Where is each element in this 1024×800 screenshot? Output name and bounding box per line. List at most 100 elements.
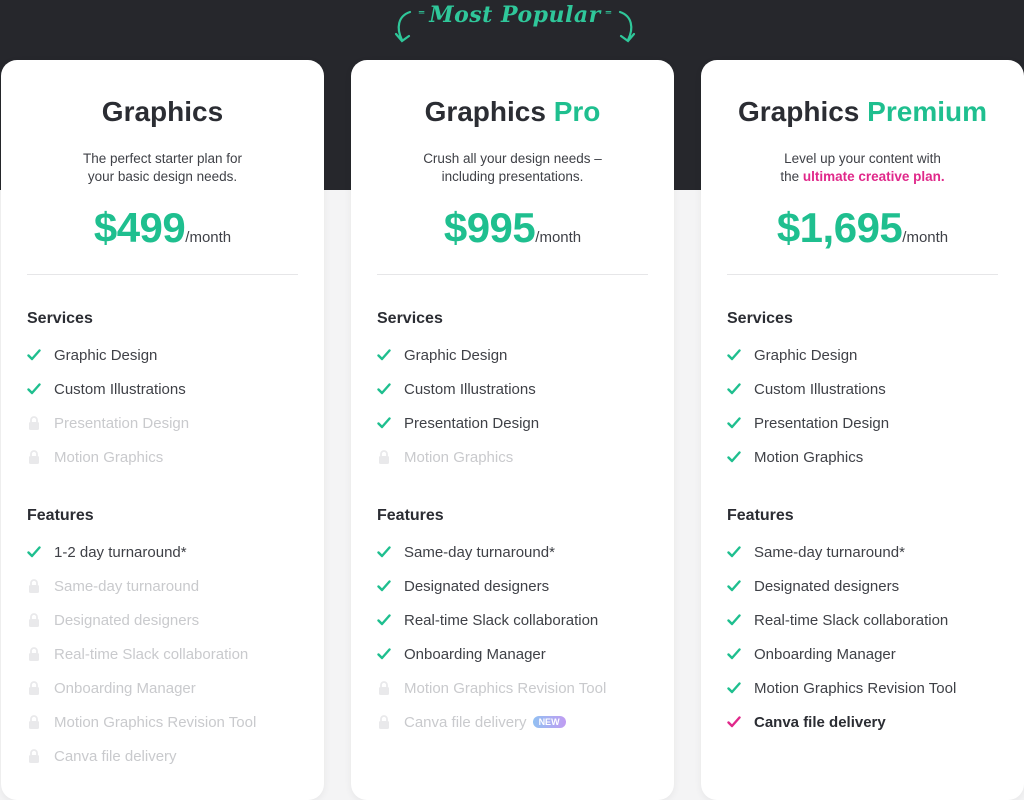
lock-icon [27,715,41,729]
curved-arrow-down-icon [394,10,412,43]
price-period: /month [535,229,582,246]
services-item: Graphic Design [727,338,998,372]
plan-description: Level up your content with the ultimate … [701,150,1024,186]
divider [27,274,298,275]
plan-title-main: Graphics [738,96,860,127]
services-list: Graphic Design Custom Illustrations Presen… [27,338,298,474]
check-icon [727,681,741,695]
services-item: Motion Graphics [27,440,298,474]
services-list: Graphic Design Custom Illustrations Presen… [377,338,648,474]
plan-price: $1,695/month [701,204,1024,252]
features-item: Motion Graphics Revision Tool [727,671,998,705]
plan-description-line: your basic design needs. [87,169,238,184]
features-item: Same-day turnaround* [727,535,998,569]
plan-card-1: Graphics Pro Crush all your design needs… [351,60,674,800]
features-label: Same-day turnaround* [754,543,905,561]
lock-icon [27,579,41,593]
lock-icon [377,681,391,695]
features-label: Canva file delivery [54,747,177,765]
most-popular-banner: ⁼ Most Popular ⁼ [390,0,640,46]
plan-description-line: including presentations. [441,169,584,184]
plan-price: $995/month [351,204,674,252]
plan-card-2: Graphics Premium Level up your content w… [701,60,1024,800]
lock-icon [27,749,41,763]
plan-description-highlight: ultimate creative plan. [802,169,945,184]
check-icon [377,579,391,593]
services-label: Motion Graphics [54,448,164,466]
features-label: Onboarding Manager [404,645,546,663]
features-label: Canva file delivery [404,713,527,731]
features-list: 1-2 day turnaround* Same-day turnaround De… [27,535,298,773]
features-label: Real-time Slack collaboration [404,611,599,629]
lock-icon [27,416,41,430]
check-icon [727,613,741,627]
plan-title-main: Graphics [101,96,224,127]
plan-title-accent: Pro [553,96,601,127]
check-icon [27,348,41,362]
features-label: Designated designers [404,577,550,595]
new-badge: NEW [532,716,566,728]
check-icon [727,348,741,362]
plan-description-text: the [780,169,803,184]
features-item: Canva file delivery [27,739,298,773]
features-label: Real-time Slack collaboration [54,645,249,663]
features-label: Canva file delivery [754,713,886,731]
check-icon [377,348,391,362]
features-label: Motion Graphics Revision Tool [754,679,957,697]
services-label: Graphic Design [404,346,508,364]
features-item: Designated designers [377,569,648,603]
services-label: Presentation Design [404,414,540,432]
lock-icon [27,613,41,627]
features-heading: Features [727,507,794,524]
services-heading: Services [27,310,93,327]
features-item: Onboarding Manager [27,671,298,705]
services-label: Custom Illustrations [404,380,536,398]
features-item: Onboarding Manager [377,637,648,671]
features-item: Canva file delivery NEW [377,705,648,739]
most-popular-label: Most Popular [429,2,601,28]
services-label: Presentation Design [754,414,890,432]
features-item: Onboarding Manager [727,637,998,671]
check-icon [27,382,41,396]
features-list: Same-day turnaround* Designated designers… [377,535,648,739]
services-item: Presentation Design [27,406,298,440]
features-item: Canva file delivery [727,705,998,739]
features-item: Same-day turnaround* [377,535,648,569]
check-icon [377,545,391,559]
features-item: Designated designers [27,603,298,637]
check-icon [727,579,741,593]
lock-icon [377,450,391,464]
services-label: Custom Illustrations [754,380,886,398]
price-period: /month [902,229,949,246]
plan-title-accent: Premium [867,96,987,127]
plan-description-line: The perfect starter plan for [82,151,243,166]
services-label: Presentation Design [54,414,190,432]
divider [377,274,648,275]
services-item: Presentation Design [727,406,998,440]
features-label: Onboarding Manager [754,645,896,663]
check-icon [27,545,41,559]
features-item: Designated designers [727,569,998,603]
lock-icon [377,715,391,729]
check-icon [727,382,741,396]
plan-title: Graphics Pro [351,96,674,130]
plan-price: $499/month [1,204,324,252]
features-label: Designated designers [754,577,900,595]
plan-card-0: Graphics The perfect starter plan for yo… [1,60,324,800]
features-label: Designated designers [54,611,200,629]
features-item: Real-time Slack collaboration [27,637,298,671]
features-list: Same-day turnaround* Designated designers… [727,535,998,739]
lock-icon [27,647,41,661]
features-heading: Features [377,507,444,524]
features-item: 1-2 day turnaround* [27,535,298,569]
plan-description-line: Level up your content with [784,151,941,166]
features-item: Real-time Slack collaboration [377,603,648,637]
features-label: Same-day turnaround [54,577,200,595]
services-item: Custom Illustrations [727,372,998,406]
check-icon [727,416,741,430]
services-item: Custom Illustrations [27,372,298,406]
features-item: Motion Graphics Revision Tool [27,705,298,739]
services-item: Graphic Design [27,338,298,372]
services-item: Presentation Design [377,406,648,440]
features-item: Motion Graphics Revision Tool [377,671,648,705]
